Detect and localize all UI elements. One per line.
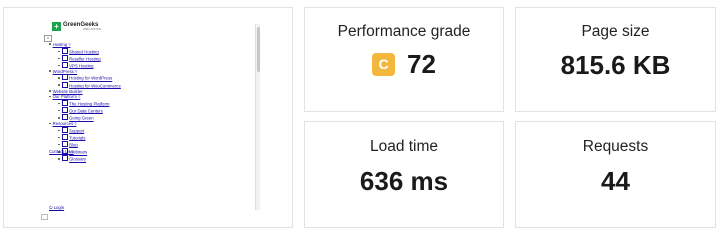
page-size-value: 815.6 KB (560, 50, 671, 80)
nav-subitem: The Hosting Platform (43, 99, 243, 107)
bullet-icon (49, 95, 51, 98)
nav-subitem: Our Data Centers (43, 106, 243, 114)
bullet-icon (49, 90, 51, 92)
load-time-value: 636 ms (359, 166, 449, 196)
bullet-icon (58, 109, 60, 112)
nav-item-icon (61, 114, 68, 121)
nav-subitem: Going Green (43, 114, 243, 121)
bullet-icon (58, 158, 60, 160)
nav-subitem: Glossary (43, 155, 243, 162)
nav-item-icon (61, 61, 68, 68)
nav-subitem-label: VPS Hosting (69, 63, 94, 69)
menu-toggle-button: ≡ (44, 35, 52, 42)
nav-tree: Hosting ▿ Shared Hosting Reseller Hosting V… (43, 42, 243, 162)
bullet-icon (58, 143, 60, 146)
site-logo: + GreenGeeks WEB HOSTING (52, 22, 101, 31)
nav-subitem-label: Glossary (69, 156, 87, 162)
bullet-icon (58, 50, 60, 53)
nav-item-icon (61, 81, 68, 88)
nav-subitem: Blog (43, 140, 243, 148)
nav-subitem-label: Blog (69, 142, 78, 148)
grade-letter-badge: C (372, 52, 396, 76)
nav-contact-link: Contact Us ▿ (49, 149, 74, 154)
load-time-card: Load time 636 ms (304, 121, 504, 228)
performance-grade-row: C 72 (305, 51, 503, 77)
nav-item-icon (61, 99, 68, 106)
nav-item-icon (61, 106, 68, 113)
nav-item-icon (61, 140, 68, 147)
nav-section-label: Hosting ▿ (52, 42, 71, 47)
screenshot-scrollbar (255, 24, 260, 210)
nav-subitem: Reseller Hosting (43, 54, 243, 62)
nav-subitem-label: Going Green (69, 115, 94, 121)
nav-subitem: Hosting for WooCommerce (43, 81, 243, 89)
page-screenshot: + GreenGeeks WEB HOSTING ≡ Hosting ▿ Shar… (40, 22, 260, 218)
logo-leaf-icon: + (52, 22, 61, 31)
nav-subitem: Tutorials (43, 133, 243, 141)
bullet-icon (58, 116, 60, 119)
nav-login-link: ⏻ Login (49, 205, 65, 210)
nav-subitem-label: The Hosting Platform (69, 101, 110, 107)
nav-item-icon (61, 155, 68, 162)
bullet-icon (58, 57, 60, 60)
nav-subitem-label: Shared Hosting (69, 49, 99, 55)
bullet-icon (49, 43, 51, 45)
page-size-label: Page size (581, 23, 650, 40)
requests-card: Requests 44 (515, 121, 716, 228)
nav-subitem: Support (43, 126, 243, 134)
nav-section-label: Website Builder (52, 88, 83, 94)
resize-corner-icon (41, 214, 48, 220)
requests-value: 44 (601, 166, 630, 196)
bullet-icon (58, 84, 60, 87)
bullet-icon (58, 136, 60, 139)
nav-subitem-label: Reseller Hosting (69, 56, 101, 62)
performance-grade-label: Performance grade (337, 23, 471, 40)
nav-item-icon (61, 126, 68, 133)
bullet-icon (49, 122, 51, 125)
nav-subitem-label: Tutorials (69, 135, 86, 141)
nav-subitem-label: Hosting for WordPress (69, 75, 113, 81)
nav-subitem: VPS Hosting (43, 61, 243, 69)
screenshot-scroll-thumb (256, 27, 260, 72)
screenshot-card: + GreenGeeks WEB HOSTING ≡ Hosting ▿ Shar… (3, 7, 293, 228)
load-time-label: Load time (369, 138, 439, 155)
nav-subitem-label: Support (69, 128, 85, 134)
nav-section-label: Our Platform ▿ (52, 94, 81, 100)
nav-subitem: Shared Hosting (43, 47, 243, 55)
nav-item-icon (61, 54, 68, 61)
performance-grade-card: Performance grade C 72 (304, 7, 504, 112)
nav-subitem-label: Our Data Centers (69, 108, 103, 114)
nav-section-label: WordPress ▿ (52, 68, 78, 74)
grade-score: 72 (407, 49, 436, 79)
page-size-card: Page size 815.6 KB (515, 7, 716, 112)
nav-item-icon (61, 74, 68, 81)
bullet-icon (58, 64, 60, 67)
bullet-icon (58, 129, 60, 132)
nav-subitem-label: Hosting for WooCommerce (69, 83, 121, 89)
nav-section-label: Resources ▿ (52, 121, 77, 127)
requests-label: Requests (582, 138, 649, 155)
bullet-icon (58, 102, 60, 105)
logo-subtext: WEB HOSTING (83, 28, 102, 31)
nav-item-icon (61, 47, 68, 54)
nav-item-icon (61, 133, 68, 140)
nav-subitem: Hosting for WordPress (43, 74, 243, 81)
bullet-icon (49, 70, 51, 72)
bullet-icon (58, 77, 60, 79)
